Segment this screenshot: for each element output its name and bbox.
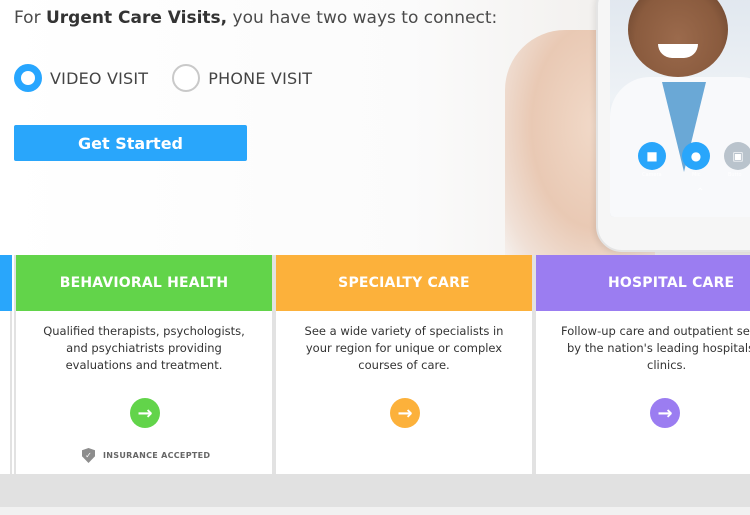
- camera-label: Camera: [642, 172, 662, 178]
- video-visit-label: VIDEO VISIT: [50, 68, 149, 88]
- phone-illustration: ■ ● ▣ Camera Mic Butto ⌃: [596, 0, 750, 252]
- mic-label: Mic: [692, 172, 701, 178]
- intro-bold: Urgent Care Visits,: [45, 8, 228, 28]
- card-specialty-care[interactable]: SPECIALTY CARE See a wide variety of spe…: [274, 255, 534, 474]
- microphone-icon: ●: [682, 142, 710, 170]
- card-title: BEHAVIORAL HEALTH: [16, 255, 272, 311]
- radio-unselected-icon: [172, 64, 201, 92]
- shield-check-icon: ✓: [82, 448, 95, 463]
- service-cards: BEHAVIORAL HEALTH Qualified therapists, …: [0, 255, 750, 474]
- card-title: SPECIALTY CARE: [276, 255, 532, 311]
- snapshot-icon: ▣: [724, 142, 750, 170]
- footer-band: [0, 474, 750, 507]
- card-behavioral-health[interactable]: BEHAVIORAL HEALTH Qualified therapists, …: [14, 255, 274, 474]
- card-description: Follow-up care and outpatient serv by th…: [536, 311, 750, 397]
- phone-visit-radio[interactable]: PHONE VISIT: [172, 64, 312, 92]
- insurance-text: INSURANCE ACCEPTED: [103, 451, 211, 460]
- arrow-right-icon[interactable]: →: [130, 398, 160, 428]
- card-hospital-care[interactable]: HOSPITAL CARE Follow-up care and outpati…: [534, 255, 750, 474]
- button-label: Butto: [728, 172, 742, 178]
- card-title: HOSPITAL CARE: [536, 255, 750, 311]
- prev-card-body-edge: [0, 311, 12, 474]
- phone-screen: ■ ● ▣ Camera Mic Butto ⌃: [610, 0, 750, 217]
- card-description: Qualified therapists, psychologists, and…: [43, 324, 245, 372]
- arrow-right-icon[interactable]: →: [390, 398, 420, 428]
- insurance-badge: ✓ INSURANCE ACCEPTED: [82, 448, 210, 463]
- doctor-face: [628, 0, 728, 77]
- radio-selected-icon: [14, 64, 42, 92]
- video-visit-radio[interactable]: VIDEO VISIT: [14, 64, 148, 92]
- card-description: See a wide variety of specialists in you…: [304, 324, 504, 372]
- phone-visit-label: PHONE VISIT: [208, 68, 313, 88]
- chevron-up-icon: ⌃: [696, 187, 705, 198]
- visit-type-options: VIDEO VISIT PHONE VISIT: [14, 64, 336, 92]
- hero-section: For Urgent Care Visits, you have two way…: [0, 0, 750, 255]
- description-line: by the nation's leading hospitals a: [567, 341, 750, 355]
- prev-card-edge: [0, 255, 12, 311]
- get-started-button[interactable]: Get Started: [14, 125, 247, 161]
- footer-band-lower: [0, 507, 750, 515]
- camera-icon: ■: [638, 142, 666, 170]
- arrow-right-icon[interactable]: →: [650, 398, 680, 428]
- description-line: clinics.: [647, 358, 687, 372]
- description-line: Follow-up care and outpatient serv: [561, 324, 750, 338]
- intro-text: For Urgent Care Visits, you have two way…: [14, 8, 498, 28]
